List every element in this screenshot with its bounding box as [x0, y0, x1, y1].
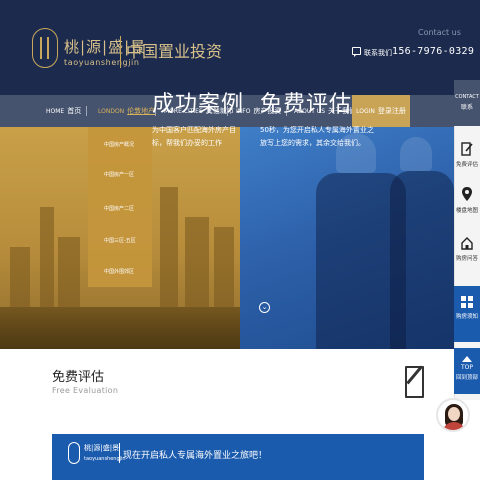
sidebar-item-qa[interactable]: 购房问答	[454, 236, 480, 284]
home-icon	[461, 237, 473, 250]
logo-divider	[120, 36, 121, 68]
banner-title-success-cases: 成功案例	[152, 92, 245, 117]
back-to-top-button[interactable]: TOP 回到顶部	[454, 348, 480, 394]
phone-number[interactable]: 156-7976-0329	[392, 46, 474, 57]
sidebar-item-free-evaluation[interactable]: 免费评估	[454, 142, 480, 186]
contact-us-en: Contact us	[418, 28, 461, 37]
person-suit	[390, 171, 454, 349]
nav-item-cn: 伦敦地产	[127, 107, 156, 115]
nav-item-home[interactable]: HOME 首页	[46, 95, 81, 127]
grid-icon	[461, 296, 473, 308]
sidebar-item-label: 购房须知	[455, 314, 478, 320]
section-subtitle: Free Evaluation	[52, 386, 119, 395]
login-en: LOGIN	[356, 108, 375, 115]
nav-item-en: HOME	[46, 108, 65, 115]
sidebar-item-label: 免费评估	[455, 162, 478, 168]
dropdown-item[interactable]: 中国房产概况	[104, 141, 134, 148]
arrow-up-icon	[462, 356, 472, 362]
section-title: 免费评估	[52, 370, 105, 385]
nav-separator	[86, 106, 87, 116]
skyline-building	[10, 247, 30, 307]
dropdown-item[interactable]: 中国三区-五区	[104, 237, 136, 244]
banner-desc-right: 50秒，为您开启私人专属海外置业之旅写上您的需求，其余交给我们。	[260, 126, 374, 147]
edit-icon	[405, 366, 424, 398]
skyline-building	[185, 217, 209, 307]
avatar-face	[448, 407, 460, 421]
sidebar-contact[interactable]: CONTACT 联系	[454, 80, 480, 126]
map-pin-icon	[462, 187, 472, 201]
banner-title-free-evaluation: 免费评估	[260, 92, 353, 117]
skyline-building	[58, 237, 80, 307]
login-button[interactable]: LOGIN 登录注册	[352, 95, 410, 127]
chat-icon	[352, 47, 361, 57]
sidebar-item-label: 楼盘地图	[455, 208, 478, 214]
form-logo-divider	[119, 443, 120, 463]
banner-right-panel[interactable]	[240, 127, 454, 349]
customer-service-avatar[interactable]	[436, 398, 470, 432]
chevron-down-circle-icon[interactable]: ⌄	[259, 302, 270, 313]
skyline-building	[214, 227, 234, 307]
nav-item-london[interactable]: LONDON 伦敦地产	[98, 95, 155, 127]
logo-tagline: 中国置业投资	[126, 42, 223, 61]
page: 桃|源|盛|景 taoyuanshengjin 中国置业投资 Contact u…	[0, 0, 480, 480]
sidebar-item-map[interactable]: 楼盘地图	[454, 186, 480, 234]
dropdown-item[interactable]: 中国房产一区	[104, 171, 134, 178]
edit-icon	[461, 142, 473, 156]
nav-item-en: LONDON	[98, 108, 125, 115]
dropdown-item[interactable]: 中国房产二区	[104, 205, 134, 212]
sidebar-item-buying-guide[interactable]: 购房须知	[454, 286, 480, 342]
sidebar-contact-en: CONTACT	[455, 94, 479, 100]
dropdown-item[interactable]: 中国外围郊区	[104, 268, 134, 275]
form-banner-text: 现在开启私人专属海外置业之旅吧！	[123, 451, 268, 461]
skyline-building	[40, 207, 54, 307]
sidebar-contact-cn: 联系	[460, 104, 473, 111]
top-label: TOP	[460, 364, 473, 371]
nav-item-cn: 首页	[67, 107, 82, 115]
top-label-cn: 回到顶部	[455, 375, 478, 381]
water-reflection	[0, 307, 240, 349]
logo-mark-icon	[68, 442, 80, 464]
form-logo-chinese: 桃|源|盛|景	[84, 444, 120, 452]
skyline-building	[160, 187, 178, 307]
contact-label[interactable]: 联系我们	[364, 48, 392, 58]
logo-mark-icon[interactable]	[32, 28, 58, 68]
banner-desc-left: 为中国客户匹配海外房产目标，帮我们办妥的工作	[152, 126, 236, 147]
person-head	[400, 137, 432, 171]
login-cn: 登录注册	[377, 107, 406, 115]
sidebar-item-label: 购房问答	[455, 256, 478, 262]
hero-banner	[0, 127, 454, 349]
